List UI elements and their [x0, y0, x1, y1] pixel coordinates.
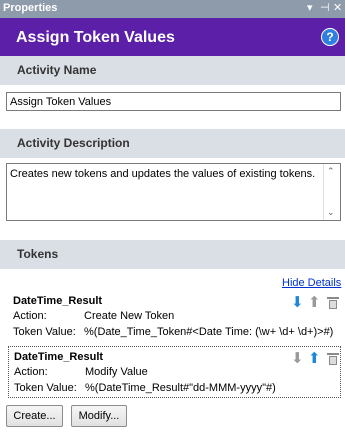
pin-icon[interactable]: ⊣: [320, 1, 330, 15]
description-scrollbar[interactable]: ⌃ ⌄: [323, 164, 340, 220]
token-value: %(Date_Time_Token#<Date Time: (\w+ \d+ \…: [84, 326, 334, 338]
help-icon[interactable]: ?: [321, 28, 339, 46]
activity-title: Assign Token Values: [16, 29, 175, 46]
modify-button[interactable]: Modify...: [71, 405, 127, 427]
tokens-section: Tokens: [0, 240, 345, 269]
scroll-up-icon[interactable]: ⌃: [327, 166, 335, 177]
create-button[interactable]: Create...: [6, 405, 63, 427]
move-down-icon[interactable]: ⬇: [291, 295, 304, 310]
token-action: Create New Token: [84, 310, 175, 322]
activity-description-section: Activity Description: [0, 129, 345, 158]
token-name: DateTime_Result: [14, 351, 104, 363]
tokens-heading: Tokens: [17, 247, 59, 261]
move-up-icon[interactable]: ⬆: [308, 351, 321, 366]
activity-description-heading: Activity Description: [17, 136, 130, 150]
activity-name-section: Activity Name: [0, 56, 345, 85]
activity-header: Assign Token Values ?: [0, 18, 345, 58]
token-action-label: Action:: [14, 366, 48, 378]
delete-icon[interactable]: [327, 352, 339, 365]
token-action: Modify Value: [85, 366, 148, 378]
activity-name-input[interactable]: Assign Token Values: [6, 92, 341, 111]
token-value: %(DateTime_Result#"dd-MMM-yyyy"#): [85, 382, 276, 394]
dropdown-icon[interactable]: ▾: [307, 1, 313, 15]
move-down-icon[interactable]: ⬇: [291, 351, 304, 366]
activity-description-text: Creates new tokens and updates the value…: [10, 168, 316, 180]
panel-title: Properties: [3, 2, 58, 14]
activity-description-input[interactable]: Creates new tokens and updates the value…: [6, 163, 341, 221]
move-up-icon[interactable]: ⬆: [308, 295, 321, 310]
token-action-label: Action:: [13, 310, 47, 322]
close-icon[interactable]: ✕: [333, 1, 342, 15]
token-value-label: Token Value:: [13, 326, 76, 338]
token-item[interactable]: DateTime_Result Action: Modify Value Tok…: [8, 346, 341, 398]
delete-icon[interactable]: [327, 296, 339, 309]
activity-name-heading: Activity Name: [17, 63, 97, 77]
token-value-label: Token Value:: [14, 382, 77, 394]
hide-details-link[interactable]: Hide Details: [282, 277, 341, 289]
properties-panel-titlebar: Properties ▾ ⊣ ✕: [0, 0, 345, 18]
token-item[interactable]: DateTime_Result Action: Create New Token…: [8, 292, 341, 344]
scroll-down-icon[interactable]: ⌄: [327, 207, 335, 218]
token-name: DateTime_Result: [13, 295, 103, 307]
